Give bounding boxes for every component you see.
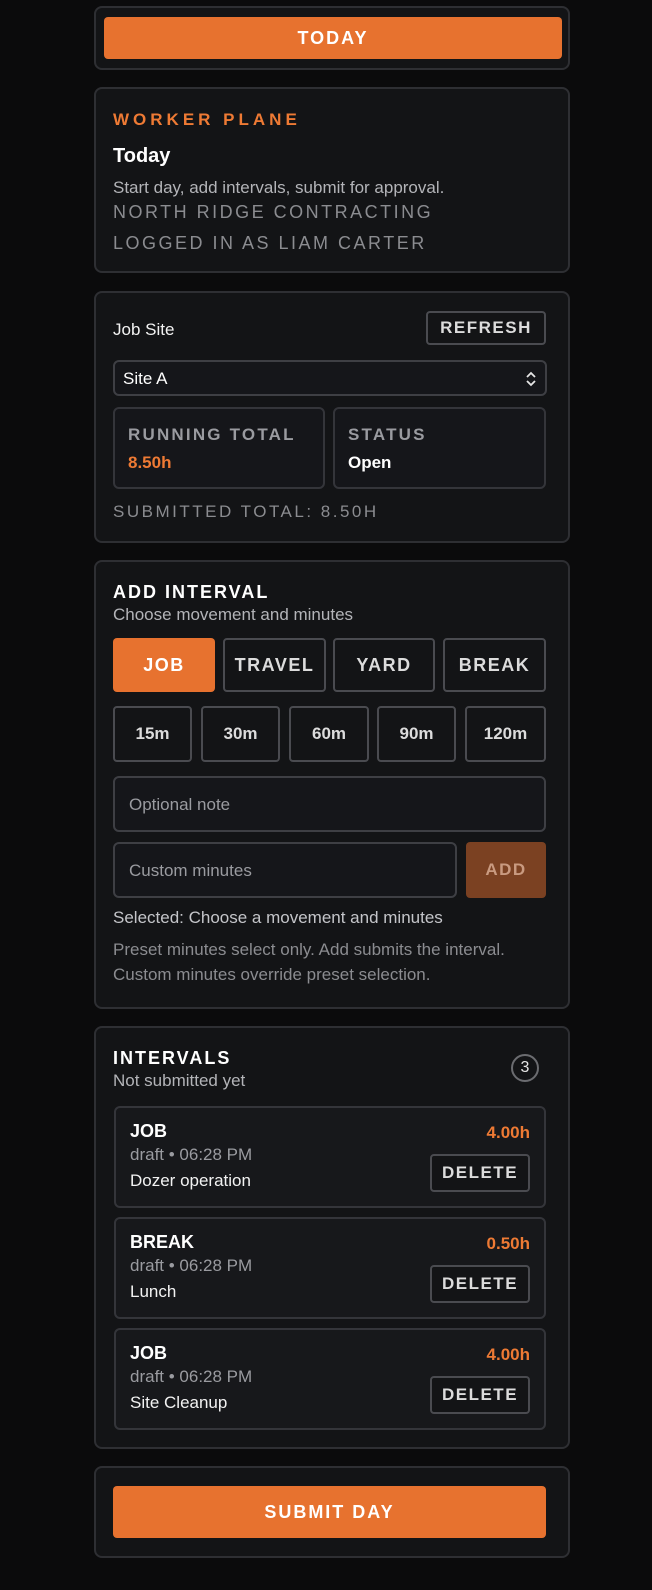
site-select[interactable]: Site A — [113, 360, 547, 396]
interval-meta: draft • 06:28 PM — [130, 1367, 253, 1386]
add-interval-title: ADD INTERVAL — [113, 582, 270, 602]
interval-hours: 4.00h — [486, 1123, 530, 1142]
help-text-line-2: Custom minutes override preset selection… — [113, 965, 431, 984]
interval-note: Site Cleanup — [130, 1393, 228, 1412]
interval-item: JOB draft • 06:28 PM Dozer operation 4.0… — [114, 1106, 546, 1208]
status-box: STATUS Open — [333, 407, 546, 489]
note-input[interactable]: Optional note — [113, 776, 546, 832]
refresh-button[interactable]: REFRESH — [426, 311, 546, 345]
logged-in-user: LOGGED IN AS LIAM CARTER — [113, 233, 427, 253]
jobsite-card: Job Site REFRESH Site A RUNNING TOTAL 8.… — [94, 291, 570, 543]
interval-note: Dozer operation — [130, 1171, 251, 1190]
movement-yard-button[interactable]: YARD — [333, 638, 435, 692]
page-title: Today — [113, 145, 171, 167]
running-total-value: 8.50h — [128, 453, 172, 472]
eyebrow-label: WORKER PLANE — [113, 110, 301, 129]
intervals-title: INTERVALS — [113, 1048, 232, 1068]
custom-minutes-input[interactable]: Custom minutes — [113, 842, 457, 898]
add-interval-subtitle: Choose movement and minutes — [113, 605, 354, 624]
jobsite-label: Job Site — [113, 320, 175, 339]
interval-item: BREAK draft • 06:28 PM Lunch 0.50h DELET… — [114, 1217, 546, 1319]
movement-travel-button[interactable]: TRAVEL — [223, 638, 326, 692]
interval-meta: draft • 06:28 PM — [130, 1145, 253, 1164]
note-input-placeholder: Optional note — [129, 795, 231, 814]
delete-interval-button[interactable]: DELETE — [430, 1265, 530, 1303]
minutes-15-button[interactable]: 15m — [113, 706, 192, 762]
add-interval-card: ADD INTERVAL Choose movement and minutes… — [94, 560, 570, 1009]
delete-interval-button[interactable]: DELETE — [430, 1376, 530, 1414]
add-button[interactable]: ADD — [466, 842, 546, 898]
intervals-subtitle: Not submitted yet — [113, 1071, 246, 1090]
interval-kind: BREAK — [130, 1232, 195, 1252]
submit-day-button[interactable]: SUBMIT DAY — [113, 1486, 546, 1538]
minutes-90-button[interactable]: 90m — [377, 706, 456, 762]
intervals-card: INTERVALS Not submitted yet 3 JOB draft … — [94, 1026, 570, 1449]
status-label: STATUS — [348, 425, 427, 444]
minutes-120-button[interactable]: 120m — [465, 706, 546, 762]
interval-note: Lunch — [130, 1282, 177, 1301]
header-card: WORKER PLANE Today Start day, add interv… — [94, 87, 570, 273]
movement-break-button[interactable]: BREAK — [443, 638, 546, 692]
minutes-60-button[interactable]: 60m — [289, 706, 369, 762]
today-card: TODAY — [94, 6, 570, 70]
chevron-up-down-icon — [525, 370, 537, 393]
movement-job-button[interactable]: JOB — [113, 638, 215, 692]
interval-item: JOB draft • 06:28 PM Site Cleanup 4.00h … — [114, 1328, 546, 1430]
delete-interval-button[interactable]: DELETE — [430, 1154, 530, 1192]
interval-kind: JOB — [130, 1121, 168, 1141]
page-subtitle: Start day, add intervals, submit for app… — [113, 178, 445, 197]
running-total-box: RUNNING TOTAL 8.50h — [113, 407, 325, 489]
status-value: Open — [348, 453, 392, 472]
today-button[interactable]: TODAY — [104, 17, 562, 59]
running-total-label: RUNNING TOTAL — [128, 425, 296, 444]
selected-status: Selected: Choose a movement and minutes — [113, 908, 443, 927]
interval-hours: 4.00h — [486, 1345, 530, 1364]
intervals-count-badge: 3 — [511, 1054, 539, 1082]
interval-hours: 0.50h — [486, 1234, 530, 1253]
interval-meta: draft • 06:28 PM — [130, 1256, 253, 1275]
submit-card: SUBMIT DAY — [94, 1466, 570, 1558]
company-name: NORTH RIDGE CONTRACTING — [113, 202, 434, 222]
submitted-total: SUBMITTED TOTAL: 8.50H — [113, 502, 379, 521]
minutes-30-button[interactable]: 30m — [201, 706, 280, 762]
interval-kind: JOB — [130, 1343, 168, 1363]
help-text-line-1: Preset minutes select only. Add submits … — [113, 940, 505, 959]
custom-minutes-placeholder: Custom minutes — [129, 861, 252, 880]
site-select-value: Site A — [123, 369, 168, 388]
